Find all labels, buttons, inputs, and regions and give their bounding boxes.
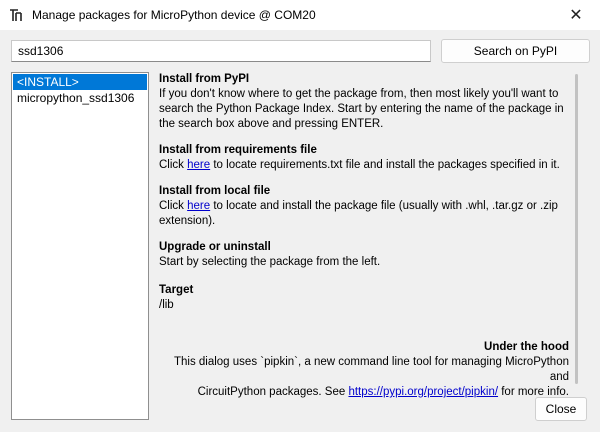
section-local-file: Install from local file Click here to lo… — [159, 184, 569, 229]
title-bar: Manage packages for MicroPython device @… — [0, 0, 600, 30]
local-file-here-link[interactable]: here — [187, 200, 210, 212]
close-button[interactable]: Close — [535, 397, 587, 421]
info-panel: Install from PyPI If you don't know wher… — [159, 72, 569, 398]
text-fragment: to locate requirements.txt file and inst… — [210, 159, 560, 171]
text-fragment: CircuitPython packages. See — [197, 386, 349, 398]
section-text: If you don't know where to get the packa… — [159, 88, 564, 130]
list-item[interactable]: <INSTALL> — [13, 74, 147, 90]
manage-packages-dialog: Manage packages for MicroPython device @… — [0, 0, 600, 432]
requirements-here-link[interactable]: here — [187, 159, 210, 171]
section-target: Target /lib — [159, 283, 569, 313]
text-fragment: Click — [159, 159, 188, 171]
section-heading: Upgrade or uninstall — [159, 241, 271, 253]
search-pypi-button[interactable]: Search on PyPI — [441, 39, 590, 63]
list-item[interactable]: micropython_ssd1306 — [13, 90, 147, 106]
window-title: Manage packages for MicroPython device @… — [32, 8, 316, 22]
section-heading: Target — [159, 284, 194, 296]
thonny-icon — [9, 8, 23, 22]
search-input[interactable] — [11, 40, 431, 62]
section-heading: Install from requirements file — [159, 144, 317, 156]
section-under-the-hood: Under the hood This dialog uses `pipkin`… — [159, 340, 569, 400]
info-scrollbar[interactable] — [573, 72, 581, 388]
text-fragment: to locate and install the package file (… — [159, 200, 558, 227]
section-text: This dialog uses `pipkin`, a new command… — [173, 356, 569, 383]
section-upgrade: Upgrade or uninstall Start by selecting … — [159, 240, 569, 270]
section-text: CircuitPython packages. See https://pypi… — [159, 385, 569, 400]
pipkin-link[interactable]: https://pypi.org/project/pipkin/ — [348, 386, 498, 398]
section-heading: Under the hood — [484, 341, 569, 353]
close-icon[interactable]: ✕ — [558, 3, 594, 27]
section-heading: Install from local file — [159, 185, 271, 197]
package-list[interactable]: <INSTALL> micropython_ssd1306 — [11, 72, 149, 420]
target-path: /lib — [159, 299, 174, 311]
section-text: Click here to locate and install the pac… — [159, 199, 569, 229]
text-fragment: Click — [159, 200, 188, 212]
section-requirements: Install from requirements file Click her… — [159, 143, 569, 173]
section-heading: Install from PyPI — [159, 73, 250, 85]
section-install-pypi: Install from PyPI If you don't know wher… — [159, 72, 569, 132]
section-text: Start by selecting the package from the … — [159, 256, 381, 268]
scrollbar-thumb[interactable] — [575, 74, 578, 384]
section-text: Click here to locate requirements.txt fi… — [159, 158, 569, 173]
